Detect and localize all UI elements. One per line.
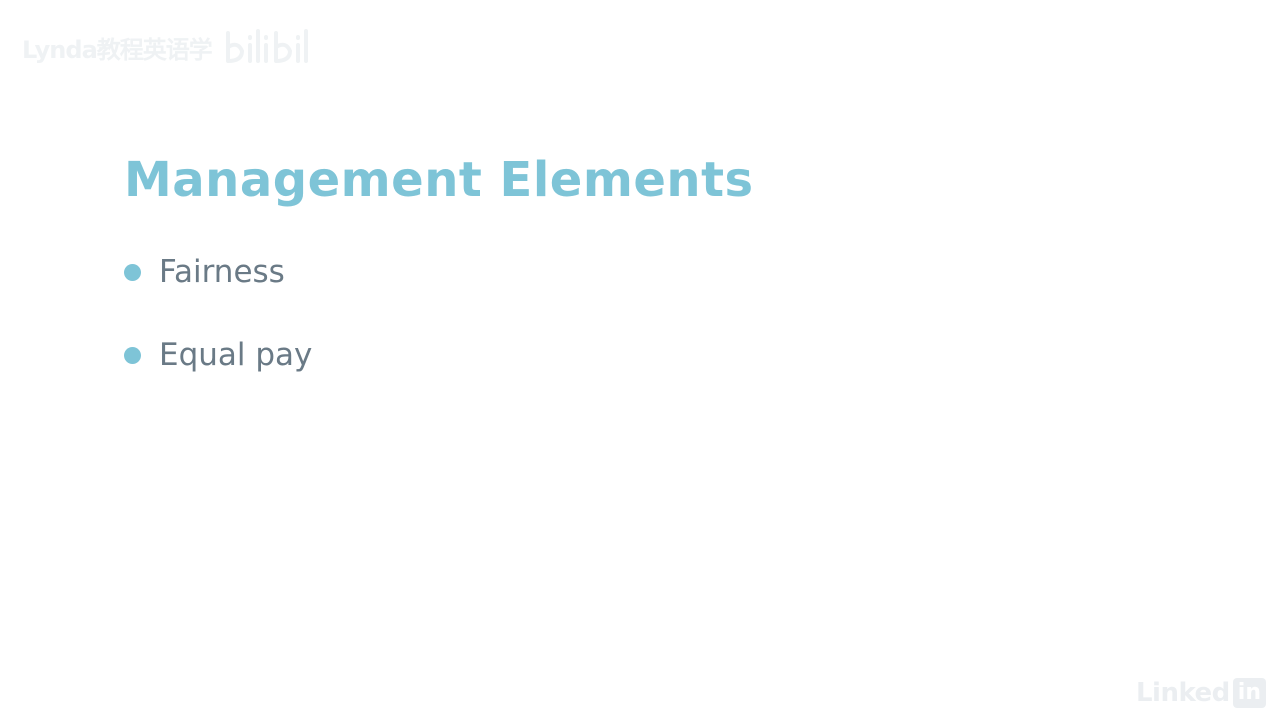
bullet-text: Fairness xyxy=(159,254,285,290)
bullet-dot-icon xyxy=(124,346,141,364)
top-left-watermark: Lynda教程英语学 xyxy=(22,22,314,72)
slide-title: Management Elements xyxy=(124,152,754,208)
linkedin-logo: Linked in xyxy=(1136,678,1266,708)
linkedin-in-icon: in xyxy=(1232,678,1266,708)
bullet-item: Equal pay xyxy=(124,333,312,377)
bilibili-logo-icon xyxy=(225,29,308,63)
bullet-list: Fairness Equal pay xyxy=(124,250,312,416)
slide: Lynda教程英语学 Management Elements Fairness … xyxy=(0,0,1280,720)
bullet-text: Equal pay xyxy=(159,337,313,373)
bullet-dot-icon xyxy=(124,263,141,281)
bullet-item: Fairness xyxy=(124,250,312,294)
watermark-text: Lynda教程英语学 xyxy=(22,35,213,64)
linkedin-logo-text: Linked xyxy=(1135,678,1230,708)
